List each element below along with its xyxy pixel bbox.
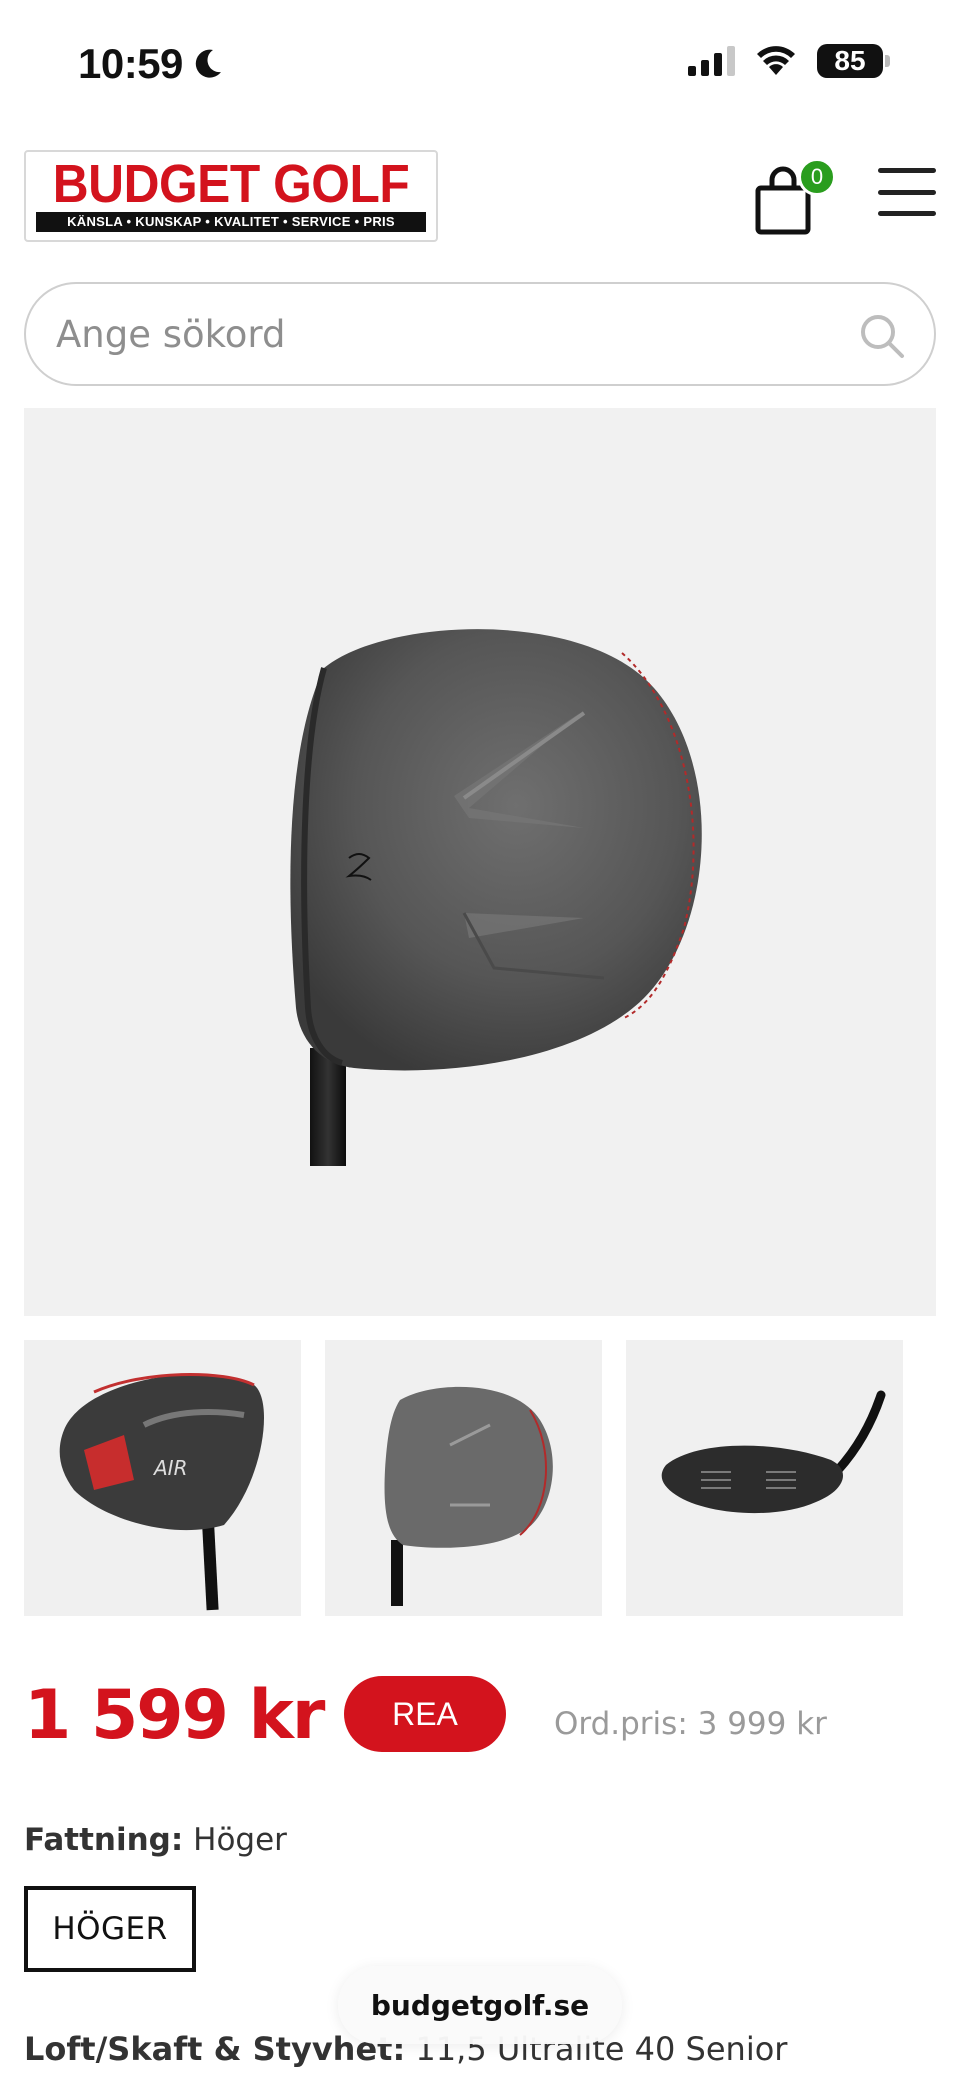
sale-price: 1 599 kr: [24, 1676, 325, 1755]
cellular-signal-icon: [688, 46, 735, 76]
thumbnail-2[interactable]: [325, 1340, 602, 1616]
budget-golf-logo[interactable]: BUDGET GOLF KÄNSLA • KUNSKAP • KVALITET …: [24, 150, 438, 242]
battery-icon: 85: [817, 44, 890, 78]
driver-crown-thumbnail-image: AIR: [59, 1373, 265, 1611]
clock-text: 10:59: [78, 40, 183, 87]
grip-value: Höger: [193, 1822, 287, 1858]
grip-label: Fattning:: [24, 1822, 184, 1858]
logo-tagline: KÄNSLA • KUNSKAP • KVALITET • SERVICE • …: [36, 212, 426, 232]
battery-level: 85: [817, 44, 883, 78]
thumbnail-3[interactable]: [626, 1340, 903, 1616]
menu-line: [878, 211, 936, 216]
status-time: 10:59: [78, 40, 223, 88]
browser-url-bar[interactable]: budgetgolf.se: [338, 1966, 622, 2044]
grip-option-hoger-button[interactable]: HÖGER: [24, 1886, 196, 1972]
logo-title: BUDGET GOLF: [52, 154, 410, 214]
svg-text:AIR: AIR: [152, 1456, 187, 1480]
moon-icon: [195, 49, 221, 78]
thumbnail-strip: AIR: [24, 1340, 936, 1616]
ordinary-price: Ord.pris: 3 999 kr: [554, 1706, 827, 1742]
grip-selection-label: Fattning: Höger: [24, 1822, 287, 1858]
thumbnail-1[interactable]: AIR: [24, 1340, 301, 1616]
driver-top-thumbnail-image: [384, 1386, 553, 1606]
menu-line: [878, 189, 936, 195]
driver-head-top-view-image: [290, 629, 702, 1166]
product-main-image[interactable]: [24, 408, 936, 1316]
menu-line: [878, 168, 936, 173]
search-input[interactable]: [56, 284, 816, 384]
search-icon[interactable]: [858, 312, 906, 360]
search-bar: [24, 282, 936, 386]
loft-label: Loft/Skaft & Styvhet:: [24, 2030, 406, 2068]
price-row: 1 599 kr REA Ord.pris: 3 999 kr: [24, 1676, 936, 1756]
cart-count-badge: 0: [798, 158, 836, 196]
wifi-icon: [757, 46, 795, 75]
cart-button[interactable]: 0: [754, 156, 836, 236]
status-indicators: 85: [688, 44, 890, 78]
driver-sole-thumbnail-image: [661, 1390, 886, 1514]
hamburger-menu-button[interactable]: [878, 168, 936, 216]
site-header: BUDGET GOLF KÄNSLA • KUNSKAP • KVALITET …: [24, 148, 936, 244]
status-bar: 10:59 85: [0, 0, 960, 120]
sale-badge: REA: [344, 1676, 506, 1752]
